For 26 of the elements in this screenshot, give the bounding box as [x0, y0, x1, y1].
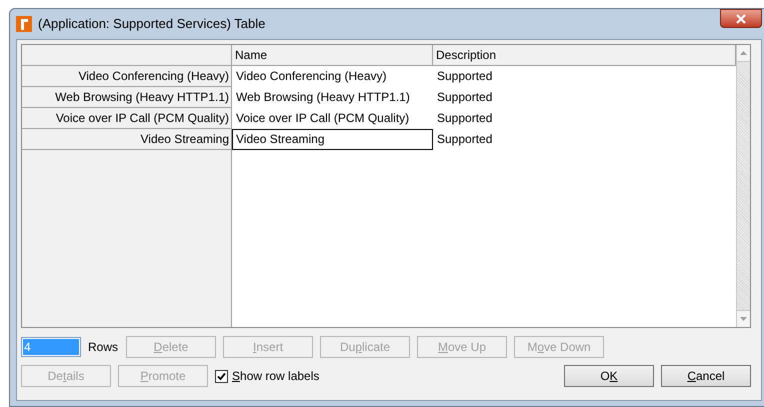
close-icon: [736, 14, 746, 24]
window-title: (Application: Supported Services) Table: [38, 15, 266, 34]
scrollbar[interactable]: [736, 45, 750, 327]
button[interactable]: OK: [564, 365, 654, 387]
table-cell[interactable]: Supported: [433, 87, 736, 108]
table-cell[interactable]: Supported: [433, 108, 736, 129]
check-icon: [217, 372, 226, 380]
row-label: Video Conferencing (Heavy): [22, 66, 231, 87]
row-label: Video Streaming: [22, 129, 231, 150]
rows-label: Rows: [88, 339, 118, 356]
app-icon: [16, 16, 32, 32]
table-cell[interactable]: Video Streaming: [232, 129, 433, 150]
row-label: Voice over IP Call (PCM Quality): [22, 108, 231, 129]
table-cell[interactable]: Video Conferencing (Heavy): [232, 66, 433, 87]
column-header[interactable]: Name: [232, 45, 433, 66]
table-cell[interactable]: Supported: [433, 129, 736, 150]
table-cell[interactable]: Voice over IP Call (PCM Quality): [232, 108, 433, 129]
row-label: Web Browsing (Heavy HTTP1.1): [22, 87, 231, 108]
table-cell[interactable]: Supported: [433, 66, 736, 87]
column-header[interactable]: Description: [433, 45, 736, 66]
table-cell[interactable]: Web Browsing (Heavy HTTP1.1): [232, 87, 433, 108]
button[interactable]: Cancel: [661, 365, 751, 387]
scroll-up-icon[interactable]: [740, 51, 747, 55]
scroll-down-icon[interactable]: [740, 317, 747, 321]
show-row-labels-checkbox[interactable]: Show row labels: [215, 367, 320, 385]
close-button[interactable]: [720, 9, 762, 28]
